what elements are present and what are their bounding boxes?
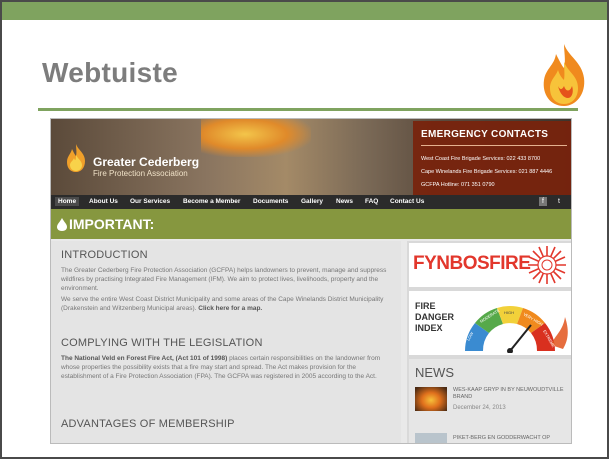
news-title[interactable]: WES-KAAP GRYP IN BY NEUWOUDTVILLE BRAND xyxy=(453,387,567,401)
nav-our-services[interactable]: Our Services xyxy=(127,197,173,206)
emergency-divider xyxy=(421,145,567,146)
intro-heading: INTRODUCTION xyxy=(61,249,148,261)
fire-danger-gauge: LOW MODERATE HIGH VERY HIGH EXTREME xyxy=(465,306,568,353)
act-link[interactable]: The National Veld en Forest Fire Act, (A… xyxy=(61,355,227,362)
emergency-line: Cape Winelands Fire Brigade Services: 02… xyxy=(421,169,553,175)
nav-become-member[interactable]: Become a Member xyxy=(180,197,243,206)
drop-icon xyxy=(57,218,67,231)
flame-logo-icon xyxy=(543,44,585,106)
map-link[interactable]: Click here for a map. xyxy=(198,305,262,312)
nav-gallery[interactable]: Gallery xyxy=(298,197,326,206)
sidebar: FYNBOSFIRE FIRE DANGER INDEX LOW MODERAT… xyxy=(407,241,571,443)
emergency-line: GCFPA Hotline: 071 351 0790 xyxy=(421,182,495,188)
membership-heading: ADVANTAGES OF MEMBERSHIP xyxy=(61,418,235,430)
nav-home[interactable]: Home xyxy=(55,197,80,206)
fynbosfire-banner[interactable]: FYNBOSFIRE xyxy=(409,243,571,287)
service-area-paragraph: We serve the entire West Coast District … xyxy=(61,295,391,313)
header-fire-image xyxy=(201,119,311,157)
fdi-label-line: DANGER xyxy=(415,312,455,322)
news-thumbnail[interactable] xyxy=(415,387,447,411)
title-rule xyxy=(38,108,578,111)
fire-danger-index-widget[interactable]: FIRE DANGER INDEX LOW MODERATE HIGH VERY… xyxy=(409,291,571,355)
nav-documents[interactable]: Documents xyxy=(250,197,291,206)
protea-flower-icon xyxy=(528,246,566,284)
nav-about-us[interactable]: About Us xyxy=(86,197,121,206)
news-title[interactable]: PIKET-BERG EN GODDERWACHT OP xyxy=(453,435,567,442)
news-heading: NEWS xyxy=(415,365,454,380)
brand-flame-icon xyxy=(67,144,85,172)
website-screenshot: Greater Cederberg Fire Protection Associ… xyxy=(50,118,572,444)
nav-contact-us[interactable]: Contact Us xyxy=(387,197,427,206)
emergency-title: EMERGENCY CONTACTS xyxy=(421,129,549,140)
legislation-paragraph: The National Veld en Forest Fire Act, (A… xyxy=(61,354,391,381)
emergency-line: West Coast Fire Brigade Services: 022 43… xyxy=(421,156,541,162)
slide-top-band xyxy=(2,2,607,20)
facebook-icon[interactable]: f xyxy=(539,197,547,206)
nav-news[interactable]: News xyxy=(333,197,356,206)
news-date: December 24, 2013 xyxy=(453,405,506,411)
twitter-icon[interactable]: t xyxy=(555,197,563,206)
site-header: Greater Cederberg Fire Protection Associ… xyxy=(51,119,571,195)
fynbosfire-label: FYNBOSFIRE xyxy=(413,253,531,274)
important-banner: IMPORTANT: xyxy=(51,209,571,239)
news-thumbnail[interactable] xyxy=(415,433,447,443)
intro-paragraph: The Greater Cederberg Fire Protection As… xyxy=(61,267,387,292)
important-label: IMPORTANT: xyxy=(69,216,155,232)
site-brand-subtitle: Fire Protection Association xyxy=(93,169,188,178)
emergency-contacts-panel: EMERGENCY CONTACTS West Coast Fire Briga… xyxy=(413,121,571,195)
fdi-label-line: FIRE xyxy=(415,301,436,311)
main-content: INTRODUCTION The Greater Cederberg Fire … xyxy=(51,241,401,443)
fdi-label-line: INDEX xyxy=(415,323,443,333)
site-nav: Home About Us Our Services Become a Memb… xyxy=(51,195,571,209)
site-brand-name[interactable]: Greater Cederberg xyxy=(93,155,199,169)
gauge-label-high: HIGH xyxy=(504,310,514,315)
nav-faq[interactable]: FAQ xyxy=(362,197,381,206)
slide-title: Webtuiste xyxy=(42,57,178,88)
legislation-heading: COMPLYING WITH THE LEGISLATION xyxy=(61,337,263,349)
news-panel: NEWS WES-KAAP GRYP IN BY NEUWOUDTVILLE B… xyxy=(409,359,571,443)
slide-frame: Webtuiste Greater Cederberg Fire Protect… xyxy=(0,0,609,459)
